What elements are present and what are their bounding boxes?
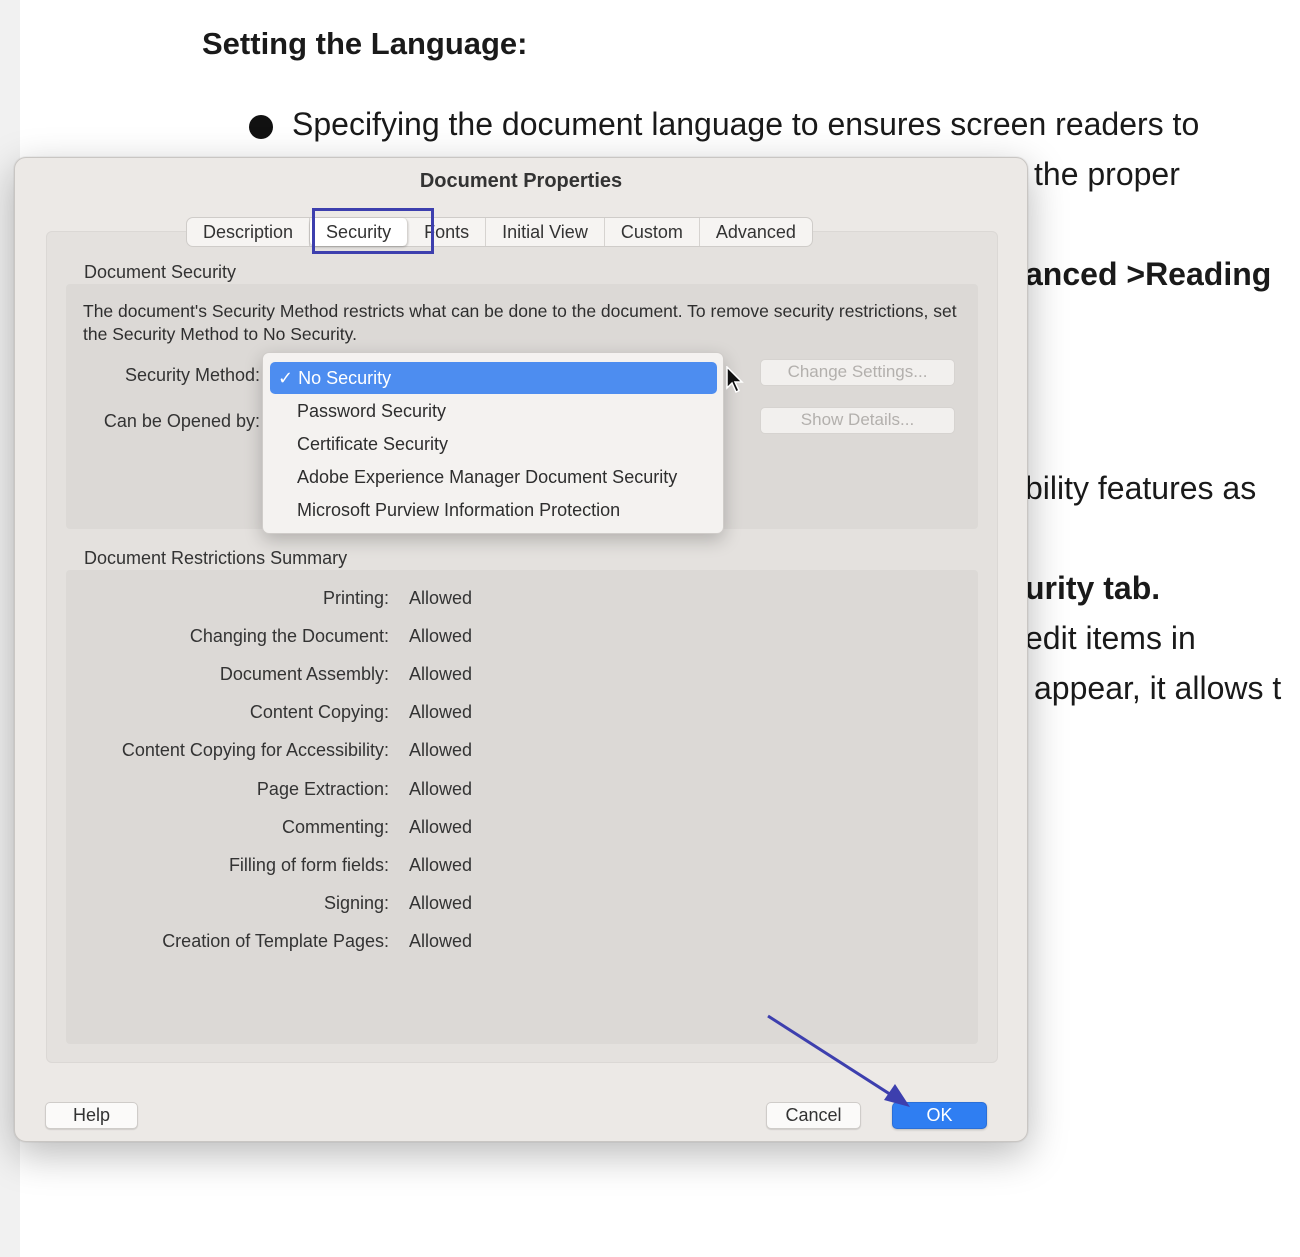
dialog-title: Document Properties (419, 170, 623, 192)
doc-fragment: urity tab. (1025, 570, 1161, 606)
restriction-row: Content Copying for Accessibility: Allowe… (55, 740, 472, 764)
restriction-label: Content Copying for Accessibility: (121, 740, 389, 761)
annotation-arrow-icon (767, 1014, 910, 1107)
restriction-label: Printing: (322, 588, 389, 608)
document-security-label: Document Security (84, 262, 237, 282)
restriction-value: Allowed (409, 930, 473, 951)
tab-bar: Description Security Fonts Initial View … (186, 217, 813, 247)
restriction-row: Page Extraction: Allowed (55, 778, 472, 803)
tab-initial-view[interactable]: Initial View (486, 218, 605, 246)
security-method-menu: ✓ No Security Password Security Certific… (262, 352, 724, 534)
security-method-label: Security Method: (124, 365, 260, 385)
restriction-label: Page Extraction: (256, 778, 389, 799)
help-button[interactable]: Help (45, 1102, 138, 1129)
restriction-label: Signing: (323, 892, 389, 913)
doc-fragment: bility features as (1025, 470, 1257, 506)
restriction-label: Document Assembly: (219, 664, 389, 685)
menu-item-aem-document-security[interactable]: Adobe Experience Manager Document Securi… (297, 467, 677, 488)
menu-item-password-security[interactable]: Password Security (297, 401, 446, 422)
mouse-cursor-icon (726, 366, 744, 394)
restriction-value: Allowed (409, 816, 473, 837)
restriction-label: Changing the Document: (189, 626, 389, 647)
doc-bullet-text: Specifying the document language to ensu… (292, 106, 1200, 142)
restriction-row: Creation of Template Pages: Allowed (55, 930, 472, 955)
restriction-value: Allowed (409, 892, 473, 913)
doc-fragment: edit items in (1025, 620, 1196, 656)
tab-description[interactable]: Description (187, 218, 311, 246)
restriction-row: Printing: Allowed (55, 588, 472, 612)
restriction-row: Document Assembly: Allowed (55, 664, 472, 688)
restriction-row: Signing: Allowed (55, 892, 472, 917)
restriction-row: Commenting: Allowed (55, 816, 472, 841)
doc-fragment: appear, it allows t (1034, 670, 1282, 706)
security-description: The document's Security Method restricts… (83, 301, 957, 344)
tab-custom[interactable]: Custom (605, 218, 700, 246)
restriction-row: Changing the Document: Allowed (55, 626, 472, 650)
menu-item-no-security[interactable]: ✓ No Security (270, 362, 717, 394)
restriction-label: Filling of form fields: (228, 854, 389, 875)
restriction-row: Filling of form fields: Allowed (55, 854, 472, 879)
restriction-label: Content Copying: (249, 702, 389, 723)
restriction-value: Allowed (409, 740, 473, 761)
restriction-label: Commenting: (281, 816, 389, 837)
doc-fragment: the proper (1034, 156, 1180, 192)
show-details-button[interactable]: Show Details... (760, 407, 955, 434)
doc-fragment: anced >Reading (1025, 256, 1272, 292)
security-tab-highlight (312, 208, 434, 254)
restriction-value: Allowed (409, 664, 473, 685)
doc-heading: Setting the Language: (202, 26, 528, 61)
document-properties-dialog: Document Properties Description Security… (14, 157, 1028, 1142)
restriction-value: Allowed (409, 854, 473, 875)
restriction-value: Allowed (409, 778, 473, 799)
restriction-value: Allowed (409, 702, 473, 723)
can-be-opened-label: Can be Opened by: (103, 411, 260, 431)
restriction-value: Allowed (409, 626, 473, 647)
bullet-icon (249, 115, 273, 139)
restriction-value: Allowed (409, 588, 473, 608)
menu-item-certificate-security[interactable]: Certificate Security (297, 434, 448, 455)
restrictions-summary-label: Document Restrictions Summary (84, 548, 348, 568)
restriction-row: Content Copying: Allowed (55, 702, 472, 726)
restriction-label: Creation of Template Pages: (162, 930, 389, 951)
menu-item-purview-protection[interactable]: Microsoft Purview Information Protection (297, 500, 620, 521)
change-settings-button[interactable]: Change Settings... (760, 359, 955, 386)
tab-advanced[interactable]: Advanced (700, 218, 812, 246)
